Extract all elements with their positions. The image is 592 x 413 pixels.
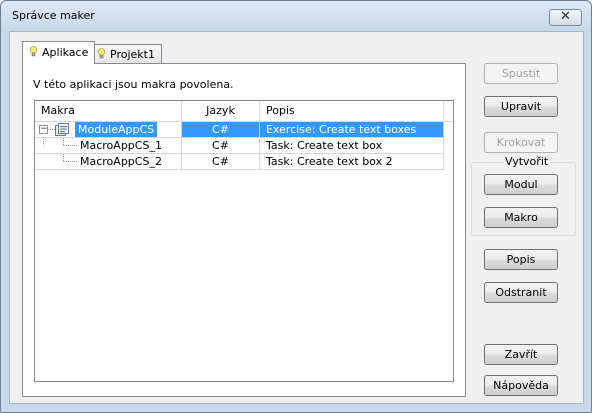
- create-module-button[interactable]: Modul: [484, 174, 558, 195]
- macro-manager-window: Správce maker ✕ Aplikace Projekt1 V této…: [0, 0, 592, 413]
- cell-name: MacroAppCS_1: [35, 138, 182, 154]
- tab-aplikace[interactable]: Aplikace: [22, 41, 96, 64]
- table-row[interactable]: − ModuleAppCS C# Exercise: Create text b…: [35, 122, 444, 138]
- tree-line: [63, 161, 77, 162]
- macro-name: MacroAppCS_2: [80, 155, 162, 168]
- cell-name: MacroAppCS_2: [35, 154, 182, 170]
- tree-line: [63, 145, 77, 146]
- collapse-toggle-icon[interactable]: −: [39, 125, 48, 134]
- macro-name: MacroAppCS_1: [80, 139, 162, 152]
- cell-name: − ModuleAppCS: [35, 122, 182, 138]
- cell-language: C#: [182, 154, 260, 170]
- column-header-popis[interactable]: Popis: [260, 101, 444, 121]
- tree-line: [48, 129, 55, 130]
- tree-line: [63, 154, 64, 161]
- cell-language: C#: [182, 138, 260, 154]
- step-button[interactable]: Krokovat: [484, 132, 558, 153]
- module-name: ModuleAppCS: [75, 122, 158, 137]
- tree-line: [43, 138, 44, 146]
- title-bar[interactable]: Správce maker ✕: [1, 1, 591, 29]
- window-title: Správce maker: [12, 9, 95, 22]
- description-button[interactable]: Popis: [484, 249, 558, 270]
- cell-description: Task: Create text box: [260, 138, 444, 154]
- cell-description: Task: Create text box 2: [260, 154, 444, 170]
- column-header-jazyk[interactable]: Jazyk: [182, 101, 260, 121]
- table-row[interactable]: MacroAppCS_2 C# Task: Create text box 2: [35, 154, 444, 170]
- cell-language: C#: [182, 122, 260, 138]
- tree-line: [63, 138, 64, 145]
- table-row[interactable]: MacroAppCS_1 C# Task: Create text box: [35, 138, 444, 154]
- tab-panel-aplikace: V této aplikaci jsou makra povolena. Mak…: [22, 63, 466, 397]
- tab-label: Projekt1: [110, 48, 155, 61]
- list-header: Makra Jazyk Popis: [35, 101, 453, 122]
- tab-projekt1[interactable]: Projekt1: [90, 44, 162, 64]
- macro-list[interactable]: Makra Jazyk Popis − ModuleAppCS C# Exerc…: [34, 100, 454, 382]
- create-group-label: Vytvořit: [503, 155, 551, 169]
- lightbulb-icon: [29, 46, 38, 57]
- dialog-client-area: Aplikace Projekt1 V této aplikaci jsou m…: [9, 31, 584, 404]
- tab-label: Aplikace: [42, 46, 89, 59]
- edit-button[interactable]: Upravit: [484, 96, 558, 117]
- close-icon: ✕: [560, 9, 571, 24]
- help-button[interactable]: Nápověda: [484, 375, 558, 396]
- remove-button[interactable]: Odstranit: [484, 282, 558, 303]
- macros-enabled-text: V této aplikaci jsou makra povolena.: [33, 78, 234, 91]
- lightbulb-icon: [97, 48, 106, 59]
- column-header-makra[interactable]: Makra: [35, 101, 182, 121]
- run-button[interactable]: Spustit: [484, 63, 558, 84]
- module-icon: [55, 123, 69, 136]
- cell-description: Exercise: Create text boxes: [260, 122, 444, 138]
- create-macro-button[interactable]: Makro: [484, 207, 558, 228]
- close-window-button[interactable]: ✕: [549, 9, 582, 26]
- close-button[interactable]: Zavřít: [484, 344, 558, 365]
